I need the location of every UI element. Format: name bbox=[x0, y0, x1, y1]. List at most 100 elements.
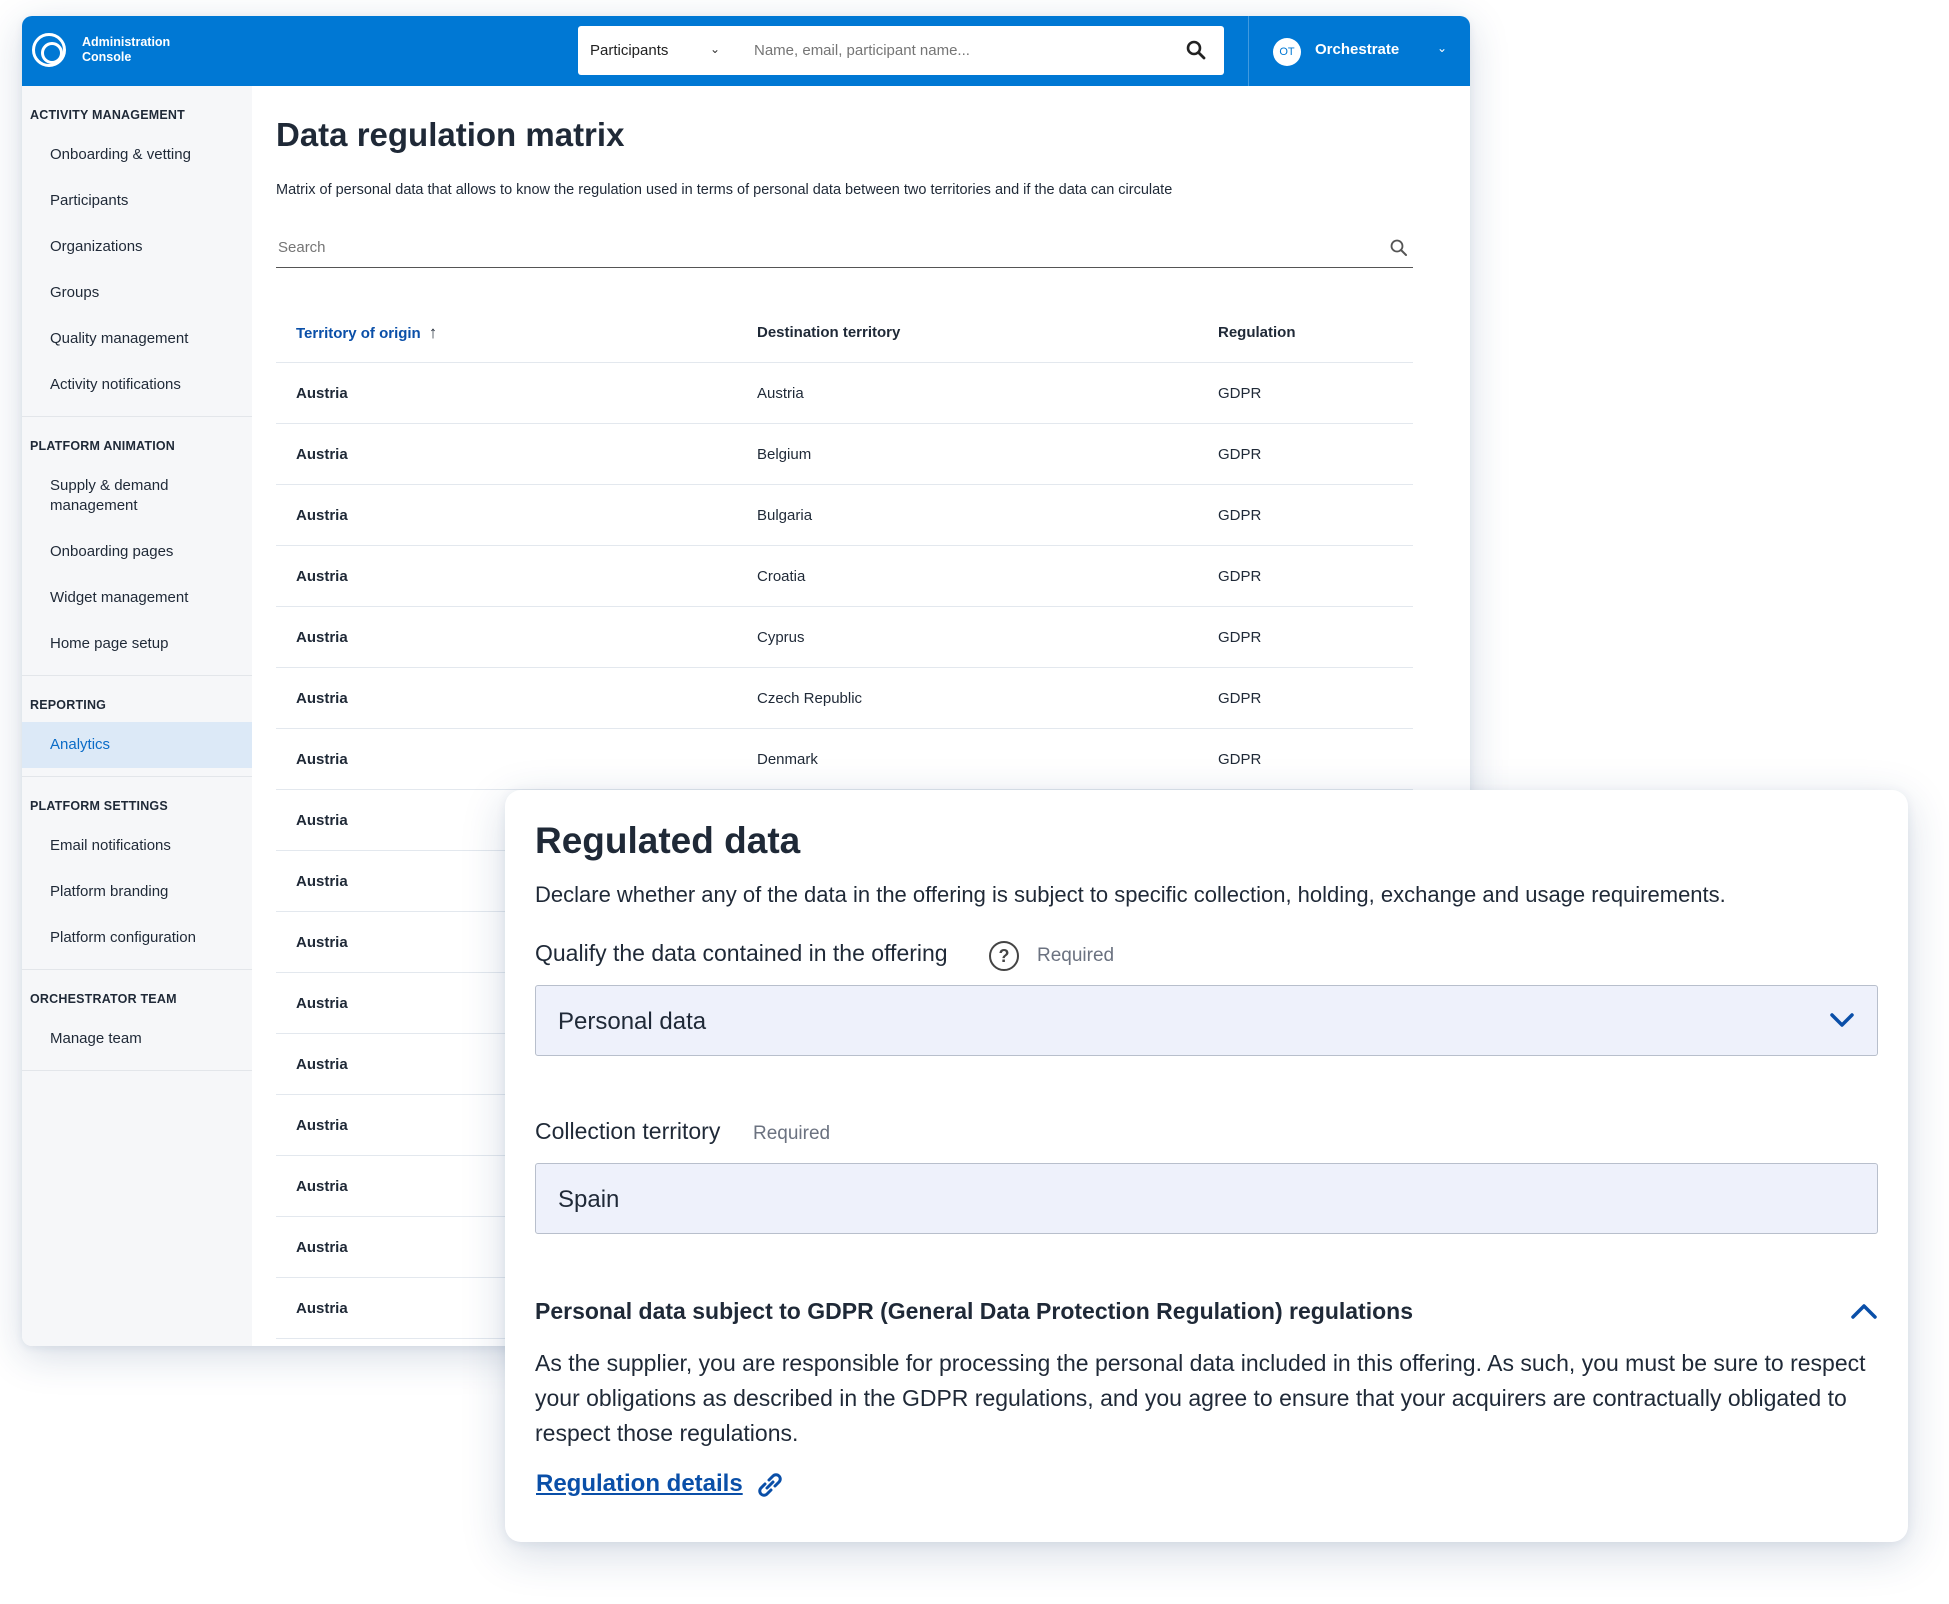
origin-cell: Austria bbox=[296, 690, 348, 707]
required-indicator: Required bbox=[1037, 945, 1115, 966]
help-icon[interactable]: ? bbox=[989, 941, 1019, 971]
destination-cell: Denmark bbox=[757, 751, 818, 768]
qualify-data-select[interactable]: Personal data bbox=[535, 985, 1878, 1056]
origin-cell: Austria bbox=[296, 751, 348, 768]
sidebar-item-onboarding-vetting[interactable]: Onboarding & vetting bbox=[22, 132, 252, 178]
page-description: Matrix of personal data that allows to k… bbox=[276, 182, 1173, 198]
sidebar-item-home-page-setup[interactable]: Home page setup bbox=[22, 621, 252, 667]
sidebar-item-manage-team[interactable]: Manage team bbox=[22, 1016, 252, 1062]
regulation-details-link[interactable]: Regulation details bbox=[536, 1470, 743, 1498]
destination-cell: Croatia bbox=[757, 568, 806, 585]
logo-line-1: Administration bbox=[82, 35, 171, 49]
sidebar-item-supply-demand[interactable]: Supply & demand management bbox=[22, 463, 252, 529]
gdpr-accordion-body: As the supplier, you are responsible for… bbox=[535, 1350, 1866, 1446]
top-bar: Administration Console Participants ⌄ OT… bbox=[22, 16, 1470, 86]
nav-section-reporting: REPORTING Analytics bbox=[22, 676, 252, 777]
required-indicator: Required bbox=[753, 1123, 831, 1144]
search-icon[interactable] bbox=[1389, 238, 1409, 258]
sidebar-item-groups[interactable]: Groups bbox=[22, 270, 252, 316]
table-row[interactable]: Austria Croatia GDPR bbox=[276, 546, 1413, 607]
nav-heading: PLATFORM SETTINGS bbox=[30, 799, 168, 813]
sidebar-item-onboarding-pages[interactable]: Onboarding pages bbox=[22, 529, 252, 575]
table-header: Territory of origin ↑ Destination territo… bbox=[276, 302, 1413, 363]
regulation-cell: GDPR bbox=[1218, 507, 1262, 524]
card-description: Declare whether any of the data in the o… bbox=[535, 882, 1726, 907]
field-value: Spain bbox=[558, 1186, 620, 1213]
regulation-cell: GDPR bbox=[1218, 629, 1262, 646]
origin-cell: Austria bbox=[296, 995, 348, 1012]
destination-cell: Cyprus bbox=[757, 629, 805, 646]
destination-cell: Bulgaria bbox=[757, 507, 813, 524]
column-header-regulation[interactable]: Regulation bbox=[1218, 302, 1296, 363]
sidebar-item-analytics[interactable]: Analytics bbox=[22, 722, 252, 768]
column-header-label: Territory of origin bbox=[296, 325, 421, 342]
logo-icon[interactable] bbox=[32, 33, 66, 67]
app-logo-text[interactable]: Administration Console bbox=[82, 35, 222, 65]
page-title: Data regulation matrix bbox=[276, 116, 625, 153]
search-scope-select[interactable]: Participants bbox=[590, 26, 668, 75]
destination-cell: Belgium bbox=[757, 446, 812, 463]
sidebar-item-email-notifications[interactable]: Email notifications bbox=[22, 823, 252, 869]
origin-cell: Austria bbox=[296, 568, 348, 585]
chevron-down-icon[interactable]: ⌄ bbox=[710, 42, 720, 56]
sidebar-item-platform-branding[interactable]: Platform branding bbox=[22, 869, 252, 915]
logo-line-2: Console bbox=[82, 50, 132, 64]
table-row[interactable]: Austria Bulgaria GDPR bbox=[276, 485, 1413, 546]
table-row[interactable]: Austria Belgium GDPR bbox=[276, 424, 1413, 485]
nav-heading: ORCHESTRATOR TEAM bbox=[30, 992, 177, 1006]
table-row[interactable]: Austria Denmark GDPR bbox=[276, 729, 1413, 790]
sidebar-item-participants[interactable]: Participants bbox=[22, 178, 252, 224]
sidebar-item-widget-management[interactable]: Widget management bbox=[22, 575, 252, 621]
origin-cell: Austria bbox=[296, 934, 348, 951]
origin-cell: Austria bbox=[296, 446, 348, 463]
origin-cell: Austria bbox=[296, 629, 348, 646]
nav-heading: ACTIVITY MANAGEMENT bbox=[30, 108, 185, 122]
nav-section-orchestrator-team: ORCHESTRATOR TEAM Manage team bbox=[22, 970, 252, 1071]
origin-cell: Austria bbox=[296, 873, 348, 890]
origin-cell: Austria bbox=[296, 1056, 348, 1073]
sidebar-item-quality-management[interactable]: Quality management bbox=[22, 316, 252, 362]
regulation-cell: GDPR bbox=[1218, 385, 1262, 402]
user-name[interactable]: Orchestrate bbox=[1315, 41, 1399, 58]
nav-heading: PLATFORM ANIMATION bbox=[30, 439, 176, 453]
table-row[interactable]: Austria Czech Republic GDPR bbox=[276, 668, 1413, 729]
origin-cell: Austria bbox=[296, 812, 348, 829]
column-header-territory-of-origin[interactable]: Territory of origin ↑ bbox=[296, 302, 437, 363]
column-header-destination-territory[interactable]: Destination territory bbox=[757, 302, 900, 363]
table-search bbox=[276, 224, 1413, 268]
selected-value: Personal data bbox=[558, 1008, 707, 1035]
regulation-cell: GDPR bbox=[1218, 690, 1262, 707]
table-search-input[interactable] bbox=[276, 238, 1176, 257]
origin-cell: Austria bbox=[296, 1178, 348, 1195]
user-menu[interactable]: OT Orchestrate ⌄ bbox=[1248, 16, 1470, 86]
global-search-input[interactable] bbox=[752, 26, 1152, 75]
sidebar-item-activity-notifications[interactable]: Activity notifications bbox=[22, 362, 252, 408]
nav-section-activity-management: ACTIVITY MANAGEMENT Onboarding & vetting… bbox=[22, 86, 252, 417]
origin-cell: Austria bbox=[296, 385, 348, 402]
chevron-down-icon[interactable]: ⌄ bbox=[1437, 41, 1447, 55]
qualify-data-label: Qualify the data contained in the offeri… bbox=[535, 940, 948, 966]
link-icon[interactable] bbox=[755, 1470, 785, 1500]
sidebar-nav: ACTIVITY MANAGEMENT Onboarding & vetting… bbox=[22, 86, 252, 1346]
collection-territory-field[interactable]: Spain bbox=[535, 1163, 1878, 1234]
origin-cell: Austria bbox=[296, 1117, 348, 1134]
origin-cell: Austria bbox=[296, 1239, 348, 1256]
sidebar-item-organizations[interactable]: Organizations bbox=[22, 224, 252, 270]
chevron-up-icon[interactable] bbox=[1849, 1300, 1879, 1322]
sidebar-item-platform-configuration[interactable]: Platform configuration bbox=[22, 915, 252, 961]
regulation-cell: GDPR bbox=[1218, 568, 1262, 585]
sort-ascending-icon[interactable]: ↑ bbox=[429, 302, 438, 363]
gdpr-accordion-title[interactable]: Personal data subject to GDPR (General D… bbox=[535, 1298, 1413, 1325]
nav-section-platform-settings: PLATFORM SETTINGS Email notifications Pl… bbox=[22, 777, 252, 970]
chevron-down-icon[interactable] bbox=[1829, 1010, 1855, 1030]
regulation-cell: GDPR bbox=[1218, 446, 1262, 463]
table-row[interactable]: Austria Austria GDPR bbox=[276, 363, 1413, 424]
regulated-data-card: Regulated data Declare whether any of th… bbox=[505, 790, 1908, 1542]
global-search: Participants ⌄ bbox=[578, 26, 1224, 75]
search-icon[interactable] bbox=[1186, 40, 1206, 60]
origin-cell: Austria bbox=[296, 507, 348, 524]
origin-cell: Austria bbox=[296, 1300, 348, 1317]
destination-cell: Austria bbox=[757, 385, 804, 402]
table-row[interactable]: Austria Cyprus GDPR bbox=[276, 607, 1413, 668]
avatar[interactable]: OT bbox=[1273, 38, 1301, 66]
